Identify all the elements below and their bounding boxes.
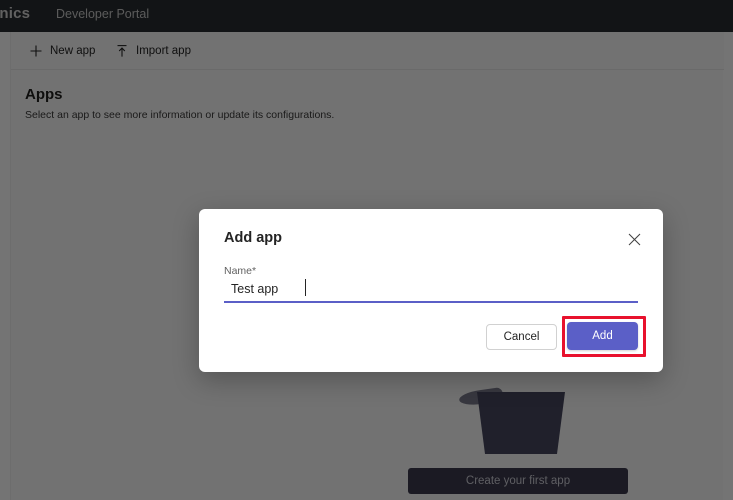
close-icon[interactable] bbox=[623, 228, 645, 250]
name-field-wrapper bbox=[224, 277, 638, 303]
add-button[interactable]: Add bbox=[567, 322, 638, 350]
cancel-button[interactable]: Cancel bbox=[486, 324, 557, 350]
dialog-title: Add app bbox=[224, 230, 282, 246]
app-root: onics Developer Portal New app bbox=[0, 0, 733, 500]
name-field-label: Name* bbox=[224, 265, 257, 277]
text-caret bbox=[305, 279, 306, 296]
name-input[interactable] bbox=[224, 277, 638, 301]
